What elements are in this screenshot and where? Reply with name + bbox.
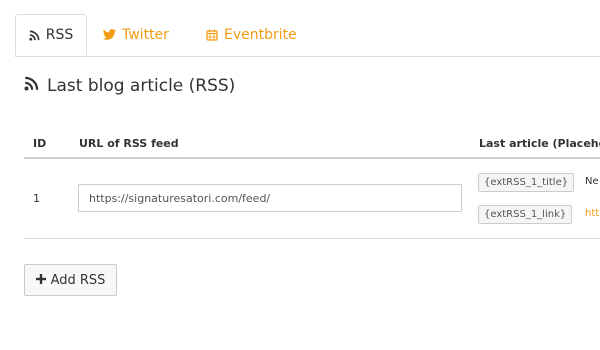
tab-bar: RSS Twitter Eventbrite — [15, 14, 600, 57]
rss-url-input[interactable] — [78, 184, 462, 212]
add-rss-button[interactable]: Add RSS — [24, 264, 117, 296]
add-rss-label: Add RSS — [50, 272, 106, 288]
tab-rss-label: RSS — [45, 27, 74, 43]
section-title-text: Last blog article (RSS) — [47, 76, 236, 96]
header-divider — [24, 157, 600, 159]
placeholder-title-tag: {extRSS_1_title} — [478, 173, 575, 192]
column-header-id: ID — [33, 137, 47, 150]
tab-twitter[interactable]: Twitter — [103, 14, 169, 55]
tab-twitter-label: Twitter — [122, 26, 169, 43]
rss-icon — [29, 30, 40, 41]
column-header-url: URL of RSS feed — [79, 137, 179, 150]
tab-eventbrite-label: Eventbrite — [224, 26, 297, 43]
placeholder-link-preview[interactable]: htt — [585, 208, 599, 219]
column-header-last-article: Last article (Placehol — [479, 137, 600, 150]
plus-icon — [35, 273, 46, 288]
tab-eventbrite[interactable]: Eventbrite — [206, 14, 297, 55]
calendar-icon — [206, 29, 218, 41]
row-id: 1 — [33, 192, 40, 205]
section-title: Last blog article (RSS) — [24, 76, 235, 96]
rss-icon — [24, 76, 39, 96]
twitter-icon — [103, 29, 116, 40]
placeholder-link-tag: {extRSS_1_link} — [478, 205, 573, 224]
row-divider — [24, 238, 600, 239]
tab-rss[interactable]: RSS — [15, 14, 87, 56]
placeholder-title-preview: Ne — [585, 176, 599, 187]
